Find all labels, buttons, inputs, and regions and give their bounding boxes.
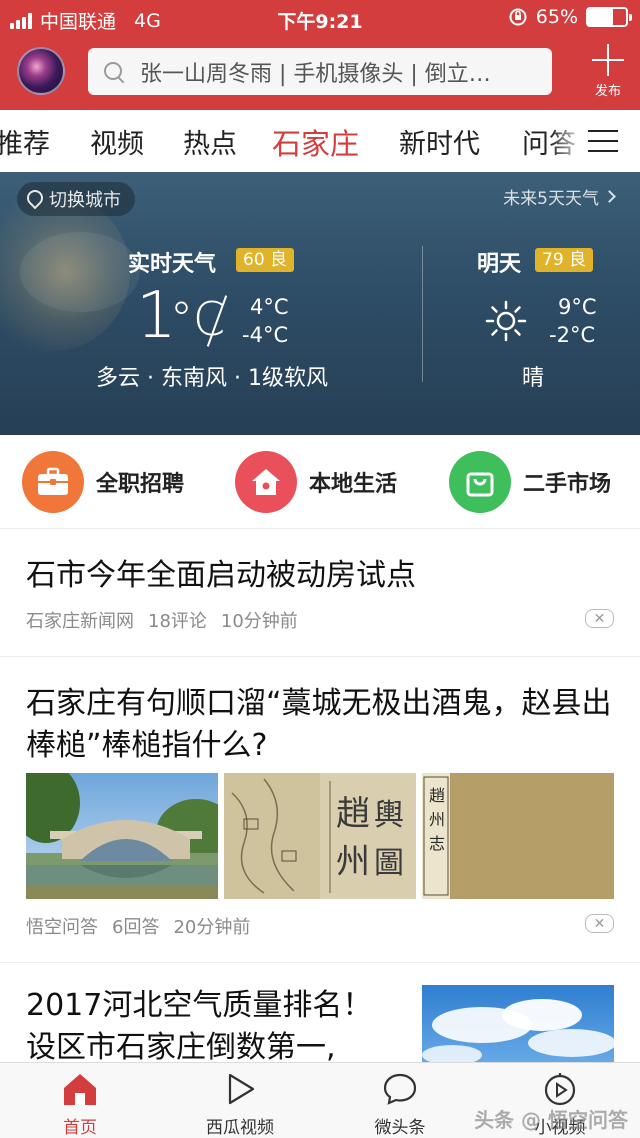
service-second-hand-label: 二手市场 — [523, 472, 612, 497]
article-thumbnail-old-book[interactable]: 趙 州 志 — [422, 773, 614, 899]
quick-services: 全职招聘 本地生活 二手市场 — [0, 435, 640, 529]
carrier-name: 中国联通 — [40, 11, 117, 33]
tomorrow-title: 明天 — [477, 252, 522, 277]
tomorrow-desc: 晴 — [522, 366, 545, 391]
tomorrow-high: 9°C — [558, 295, 597, 319]
close-icon: ✕ — [593, 610, 606, 627]
search-input[interactable]: 张一山周冬雨 | 手机摄像头 | 倒立… — [140, 56, 552, 88]
article-item[interactable]: 石家庄有句顺口溜“藁城无极出酒鬼，赵县出棒槌”棒槌指什么? 趙 州 輿 圖 趙 … — [0, 657, 640, 963]
battery-percent: 65% — [535, 6, 578, 28]
chevron-right-icon — [603, 190, 616, 203]
article-time: 20分钟前 — [173, 917, 251, 938]
tab-hot[interactable]: 热点 — [183, 122, 237, 161]
article-title[interactable]: 石市今年全面启动被动房试点 — [26, 555, 616, 597]
bottom-tab-home[interactable]: 首页 — [20, 1071, 140, 1138]
menu-icon[interactable] — [588, 130, 618, 152]
tab-shijiazhuang[interactable]: 石家庄 — [272, 121, 359, 163]
service-local-life[interactable]: 本地生活 — [235, 451, 397, 513]
publish-button[interactable]: 发布 — [586, 44, 630, 99]
service-jobs[interactable]: 全职招聘 — [22, 451, 184, 513]
sun-icon — [485, 300, 527, 342]
switch-city-label: 切换城市 — [49, 190, 121, 211]
home-icon — [64, 1074, 96, 1105]
forecast-link[interactable]: 未来5天天气 — [503, 184, 616, 209]
chat-bubble-icon — [383, 1073, 417, 1105]
svg-text:趙: 趙 — [336, 794, 370, 834]
tab-video[interactable]: 视频 — [90, 122, 144, 161]
article-source: 石家庄新闻网 — [26, 611, 134, 632]
status-bar: 中国联通 4G 下午9:21 65% — [0, 0, 640, 36]
bottom-tab-home-label: 首页 — [63, 1118, 97, 1138]
service-local-life-label: 本地生活 — [309, 472, 398, 497]
rotation-lock-icon — [509, 8, 527, 26]
article-source: 悟空问答 — [26, 917, 98, 938]
weather-divider — [422, 246, 423, 382]
header: 张一山周冬雨 | 手机摄像头 | 倒立… 发布 — [0, 36, 640, 110]
tomorrow-low: -2°C — [549, 323, 596, 347]
article-thumbnail-bridge[interactable] — [26, 773, 218, 899]
battery-icon — [586, 7, 632, 27]
bottom-tab-micro-headline[interactable]: 微头条 — [340, 1071, 460, 1138]
avatar[interactable] — [17, 47, 65, 95]
publish-label: 发布 — [594, 84, 621, 99]
search-icon — [102, 60, 126, 84]
article-title[interactable]: 2017河北空气质量排名！设区市石家庄倒数第一, — [26, 985, 396, 1069]
close-icon: ✕ — [593, 915, 606, 932]
svg-text:趙: 趙 — [429, 786, 445, 805]
service-jobs-label: 全职招聘 — [96, 472, 185, 497]
today-low: -4°C — [242, 323, 289, 347]
svg-text:圖: 圖 — [374, 846, 404, 881]
news-feed: 石市今年全面启动被动房试点 石家庄新闻网 18评论 10分钟前 ✕ 石家庄有句顺… — [0, 529, 640, 1083]
svg-text:州: 州 — [336, 842, 370, 882]
today-high: 4°C — [250, 295, 289, 319]
location-pin-icon — [27, 190, 41, 208]
dismiss-button[interactable]: ✕ — [585, 609, 614, 628]
weather-background-cloud — [20, 232, 140, 312]
now-aqi-badge: 60 良 — [236, 248, 295, 272]
tab-new-era[interactable]: 新时代 — [399, 122, 480, 161]
watermark: 头条 @ 悟空问答 — [474, 1108, 628, 1132]
battery-fill — [588, 9, 613, 25]
bottom-tab-xigua-video-label: 西瓜视频 — [206, 1118, 274, 1138]
dismiss-button[interactable]: ✕ — [585, 914, 614, 933]
home-icon — [235, 451, 297, 513]
article-title[interactable]: 石家庄有句顺口溜“藁城无极出酒鬼，赵县出棒槌”棒槌指什么? — [26, 683, 616, 767]
plus-icon — [592, 44, 624, 76]
article-thumbnail-old-map[interactable]: 趙 州 輿 圖 — [224, 773, 416, 899]
now-weather-title: 实时天气 — [128, 252, 217, 277]
switch-city-button[interactable]: 切换城市 — [17, 182, 135, 216]
bottom-tab-micro-headline-label: 微头条 — [374, 1118, 426, 1138]
tab-recommend[interactable]: 推荐 — [0, 122, 50, 161]
tomorrow-aqi-badge: 79 良 — [535, 248, 594, 272]
now-weather-desc: 多云 · 东南风 · 1级软风 — [96, 366, 328, 391]
article-comments: 6回答 — [112, 917, 160, 938]
forecast-link-label: 未来5天天气 — [503, 189, 599, 209]
network-type: 4G — [134, 9, 161, 32]
article-item[interactable]: 石市今年全面启动被动房试点 石家庄新闻网 18评论 10分钟前 ✕ — [0, 529, 640, 657]
shopping-bag-icon — [449, 451, 511, 513]
signal-icon — [10, 12, 32, 29]
article-meta: 石家庄新闻网 18评论 10分钟前 — [26, 607, 298, 633]
service-second-hand[interactable]: 二手市场 — [449, 451, 611, 513]
briefcase-icon — [22, 451, 84, 513]
bottom-tab-xigua-video[interactable]: 西瓜视频 — [180, 1071, 300, 1138]
short-video-icon — [544, 1073, 576, 1106]
channel-tabs: 推荐 视频 热点 石家庄 新时代 问答 — [0, 110, 640, 172]
weather-card[interactable]: 切换城市 未来5天天气 实时天气 60 良 1 °C 4°C -4°C 多云 ·… — [0, 172, 640, 435]
status-right: 65% — [508, 6, 632, 28]
app-root: 中国联通 4G 下午9:21 65% 张一山周冬雨 | 手机摄像头 | 倒立… … — [0, 0, 640, 1138]
svg-text:州: 州 — [429, 810, 445, 829]
article-time: 10分钟前 — [220, 611, 298, 632]
svg-text:志: 志 — [429, 834, 445, 853]
svg-text:輿: 輿 — [374, 798, 404, 833]
search-box[interactable]: 张一山周冬雨 | 手机摄像头 | 倒立… — [88, 48, 552, 95]
play-icon — [228, 1073, 255, 1105]
article-comments: 18评论 — [148, 611, 207, 632]
article-meta: 悟空问答 6回答 20分钟前 — [26, 913, 250, 939]
status-left: 中国联通 4G — [10, 7, 161, 34]
